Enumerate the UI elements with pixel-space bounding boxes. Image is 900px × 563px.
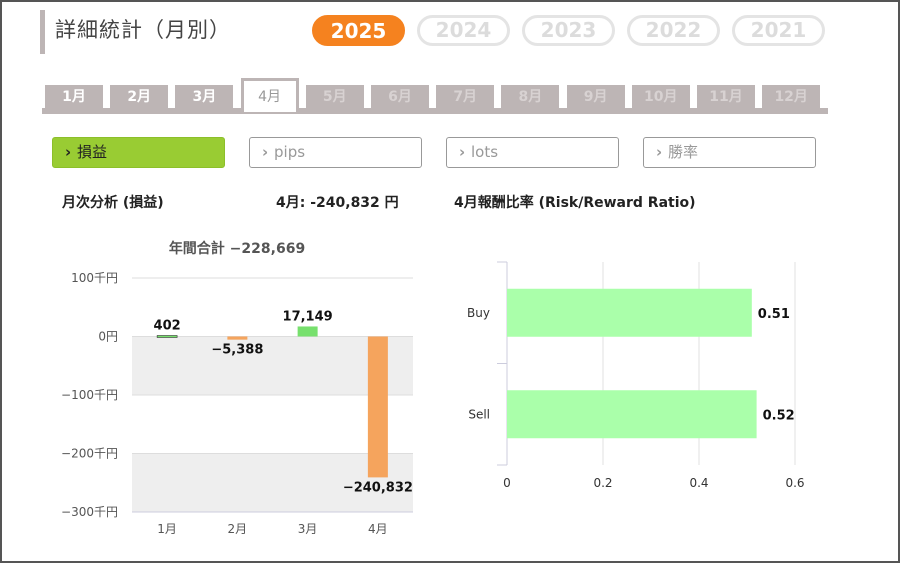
x-tick-label: 0.4	[689, 476, 708, 490]
x-tick-label: 0.6	[785, 476, 804, 490]
x-tick-label: 0.2	[593, 476, 612, 490]
x-tick-label: 0	[503, 476, 511, 490]
bar-Sell	[507, 390, 757, 439]
y-category-label: Buy	[467, 306, 490, 320]
y-category-label: Sell	[468, 407, 490, 421]
data-label: 0.51	[758, 307, 790, 322]
data-label: 0.52	[763, 408, 795, 423]
bar-Buy	[507, 288, 752, 337]
risk-reward-chart: 0 0.2 0.4 0.6 0.51 Buy 0.52 Sell	[467, 261, 805, 490]
